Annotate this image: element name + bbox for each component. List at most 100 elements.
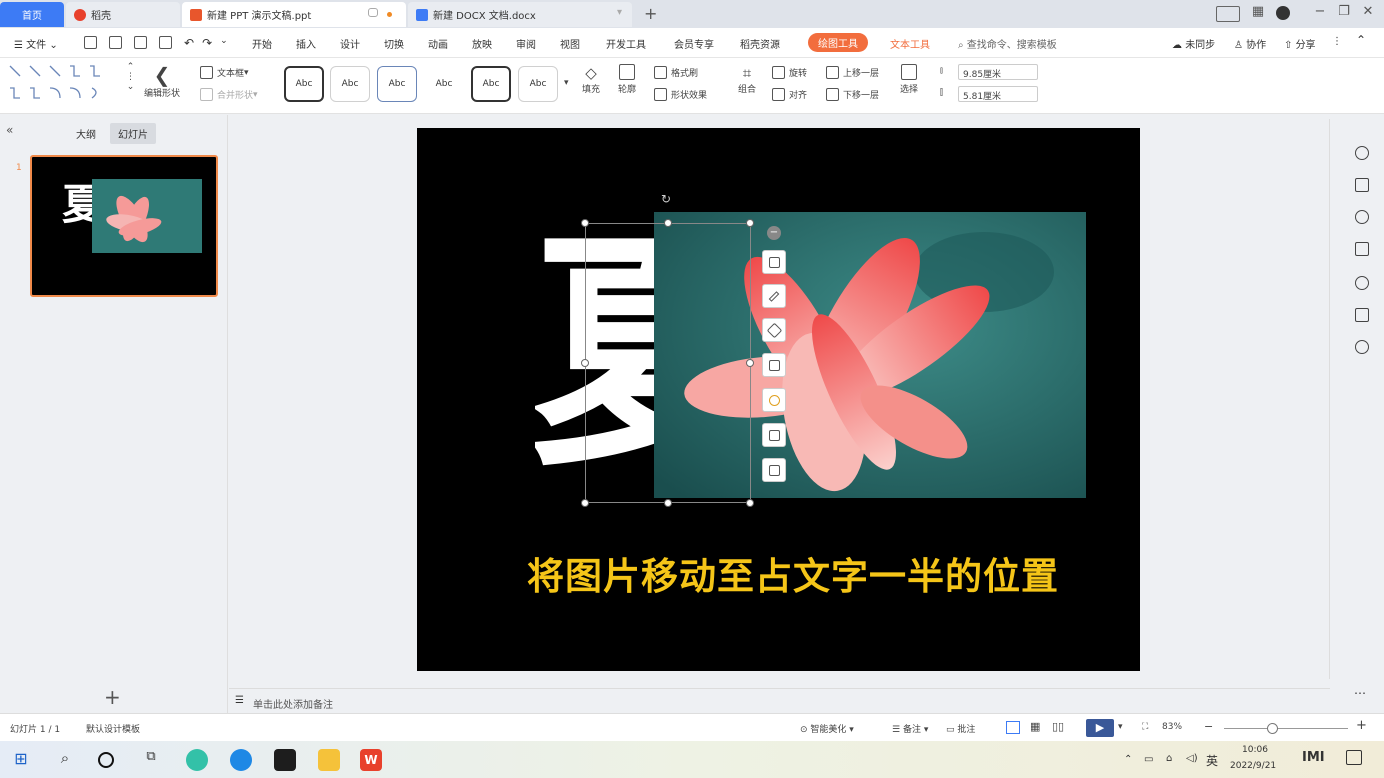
play-menu-icon[interactable]: ▾ (1118, 722, 1123, 732)
slide-caption[interactable]: 将图片移动至占文字一半的位置 (527, 546, 1127, 600)
export-pdf-icon[interactable] (109, 36, 122, 49)
minimize-icon[interactable]: − (1310, 4, 1330, 19)
sorter-view-icon[interactable]: ▦ (1030, 720, 1040, 733)
float-layer-button[interactable] (762, 250, 786, 274)
textbox-button[interactable]: 文本框 ▾ (200, 66, 249, 79)
edit-shape-button[interactable]: ❮ 编辑形状 (144, 64, 180, 99)
gallery-scroll[interactable]: ⌃ ⋮ ⌄ (126, 62, 135, 92)
resize-handle-t[interactable] (664, 219, 672, 227)
search-icon[interactable]: ⌕ (54, 749, 76, 771)
collapse-ribbon-icon[interactable]: ⌃ (1356, 33, 1366, 47)
shape-style-1[interactable]: Abc (284, 66, 324, 102)
grid-apps-icon[interactable]: ▦ (1248, 4, 1268, 19)
share-button[interactable]: ⇧ 分享 (1284, 36, 1316, 51)
adjust-icon[interactable] (1355, 178, 1369, 192)
more-icon[interactable]: ⋮ (1332, 36, 1342, 47)
close-tab-icon[interactable]: ▾ (617, 7, 622, 18)
pin-icon[interactable] (1355, 210, 1369, 224)
menu-text-tools[interactable]: 文本工具 (890, 36, 930, 51)
slide-thumbnail[interactable]: 夏 (30, 155, 218, 297)
help-icon[interactable] (1355, 276, 1369, 290)
vertical-scrollbar[interactable] (1329, 119, 1335, 679)
zoom-slider[interactable] (1224, 728, 1348, 729)
browser-icon[interactable] (186, 749, 208, 771)
menu-review[interactable]: 审阅 (516, 36, 536, 51)
notes-toggle[interactable]: ☰ 备注 ▾ (892, 722, 928, 735)
collaborate-button[interactable]: ♙ 协作 (1234, 36, 1266, 51)
align-button[interactable]: 对齐 (772, 88, 807, 101)
fill-button[interactable]: ◇ 填充 (582, 64, 600, 95)
float-effect-button[interactable] (762, 388, 786, 412)
edge-icon[interactable] (230, 749, 252, 771)
float-crop-button[interactable] (762, 423, 786, 447)
line-shapes-gallery[interactable] (8, 62, 118, 102)
normal-view-icon[interactable] (1006, 721, 1020, 734)
menu-developer[interactable]: 开发工具 (606, 36, 646, 51)
collapse-panel-icon[interactable]: « (6, 123, 13, 137)
close-icon[interactable]: ✕ (1358, 4, 1378, 19)
comments-toggle[interactable]: ▭ 批注 (946, 722, 975, 735)
chat-icon[interactable] (368, 8, 378, 17)
ime-indicator[interactable]: 英 (1206, 752, 1218, 769)
reading-view-icon[interactable]: ▯▯ (1052, 720, 1064, 733)
resize-handle-tr[interactable] (746, 219, 754, 227)
template-icon[interactable] (1355, 308, 1369, 322)
shape-style-6[interactable]: Abc (518, 66, 558, 102)
clock-time[interactable]: 10:06 (1242, 745, 1268, 755)
menu-member[interactable]: 会员专享 (674, 36, 714, 51)
tab-slides[interactable]: 幻灯片 (110, 123, 156, 144)
restore-icon[interactable]: ❐ (1334, 4, 1354, 19)
template-name[interactable]: 默认设计模板 (86, 722, 140, 735)
tray-expand-icon[interactable]: ⌃ (1124, 754, 1132, 765)
notes-bar[interactable]: ☰ 单击此处添加备注 (229, 688, 1330, 713)
app-tray-icon[interactable]: IMI (1302, 750, 1325, 765)
menu-view[interactable]: 视图 (560, 36, 580, 51)
wps-icon[interactable]: W (360, 749, 382, 771)
shape-style-3[interactable]: Abc (377, 66, 417, 102)
resize-handle-bl[interactable] (581, 499, 589, 507)
collapse-float-icon[interactable]: − (767, 226, 781, 240)
merge-shape-button[interactable]: 合并形状 ▾ (200, 88, 258, 101)
file-explorer-icon[interactable] (318, 749, 340, 771)
screen-mode-icon[interactable] (1216, 6, 1240, 22)
select-button[interactable]: 选择 (900, 64, 918, 95)
resource-icon[interactable] (1355, 340, 1369, 354)
clock-date[interactable]: 2022/9/21 (1230, 761, 1276, 771)
menu-drawing-tools[interactable]: 绘图工具 (808, 33, 868, 52)
battery-icon[interactable]: ▭ (1144, 754, 1153, 765)
more-options-icon[interactable]: ⋯ (1354, 686, 1366, 700)
bring-forward-button[interactable]: 上移一层 (826, 66, 879, 79)
sync-status[interactable]: ☁ 未同步 (1172, 36, 1215, 51)
width-input[interactable]: 5.81厘米 (958, 86, 1038, 102)
backup-icon[interactable] (1355, 242, 1369, 256)
rotate-handle-icon[interactable]: ↻ (661, 192, 671, 206)
zoom-value[interactable]: 83% (1162, 722, 1182, 732)
redo-icon[interactable]: ↷ (202, 36, 212, 50)
tab-ppt-document[interactable]: 新建 PPT 演示文稿.ppt (182, 2, 406, 27)
notification-icon[interactable] (1346, 750, 1362, 765)
tab-home[interactable]: 首页 (0, 2, 64, 27)
fit-window-icon[interactable]: ⛶ (1142, 722, 1148, 732)
customize-icon[interactable]: ⌄ (220, 36, 228, 50)
style-gallery-more[interactable]: ▾ (564, 78, 569, 88)
undo-icon[interactable]: ↶ (184, 36, 194, 50)
windows-start-icon[interactable]: ⊞ (10, 749, 32, 771)
zoom-out-icon[interactable]: − (1204, 720, 1213, 733)
outline-button[interactable]: 轮廓 (618, 64, 636, 95)
float-fill-button[interactable] (762, 318, 786, 342)
avatar[interactable] (1276, 6, 1290, 20)
shape-style-5[interactable]: Abc (471, 66, 511, 102)
float-text-button[interactable] (762, 458, 786, 482)
cortana-icon[interactable] (98, 752, 114, 768)
volume-icon[interactable]: ◁) (1186, 753, 1198, 764)
menu-transition[interactable]: 切换 (384, 36, 404, 51)
shape-style-4[interactable]: Abc (424, 66, 464, 102)
float-outline-button[interactable] (762, 353, 786, 377)
menu-docer-resources[interactable]: 稻壳资源 (740, 36, 780, 51)
resize-handle-tl[interactable] (581, 219, 589, 227)
network-icon[interactable]: ⌂ (1166, 753, 1172, 764)
file-menu[interactable]: ☰ 文件 ⌄ (14, 36, 58, 51)
float-pen-button[interactable] (762, 284, 786, 308)
task-view-icon[interactable]: ⧉ (140, 749, 162, 771)
store-icon[interactable] (274, 749, 296, 771)
